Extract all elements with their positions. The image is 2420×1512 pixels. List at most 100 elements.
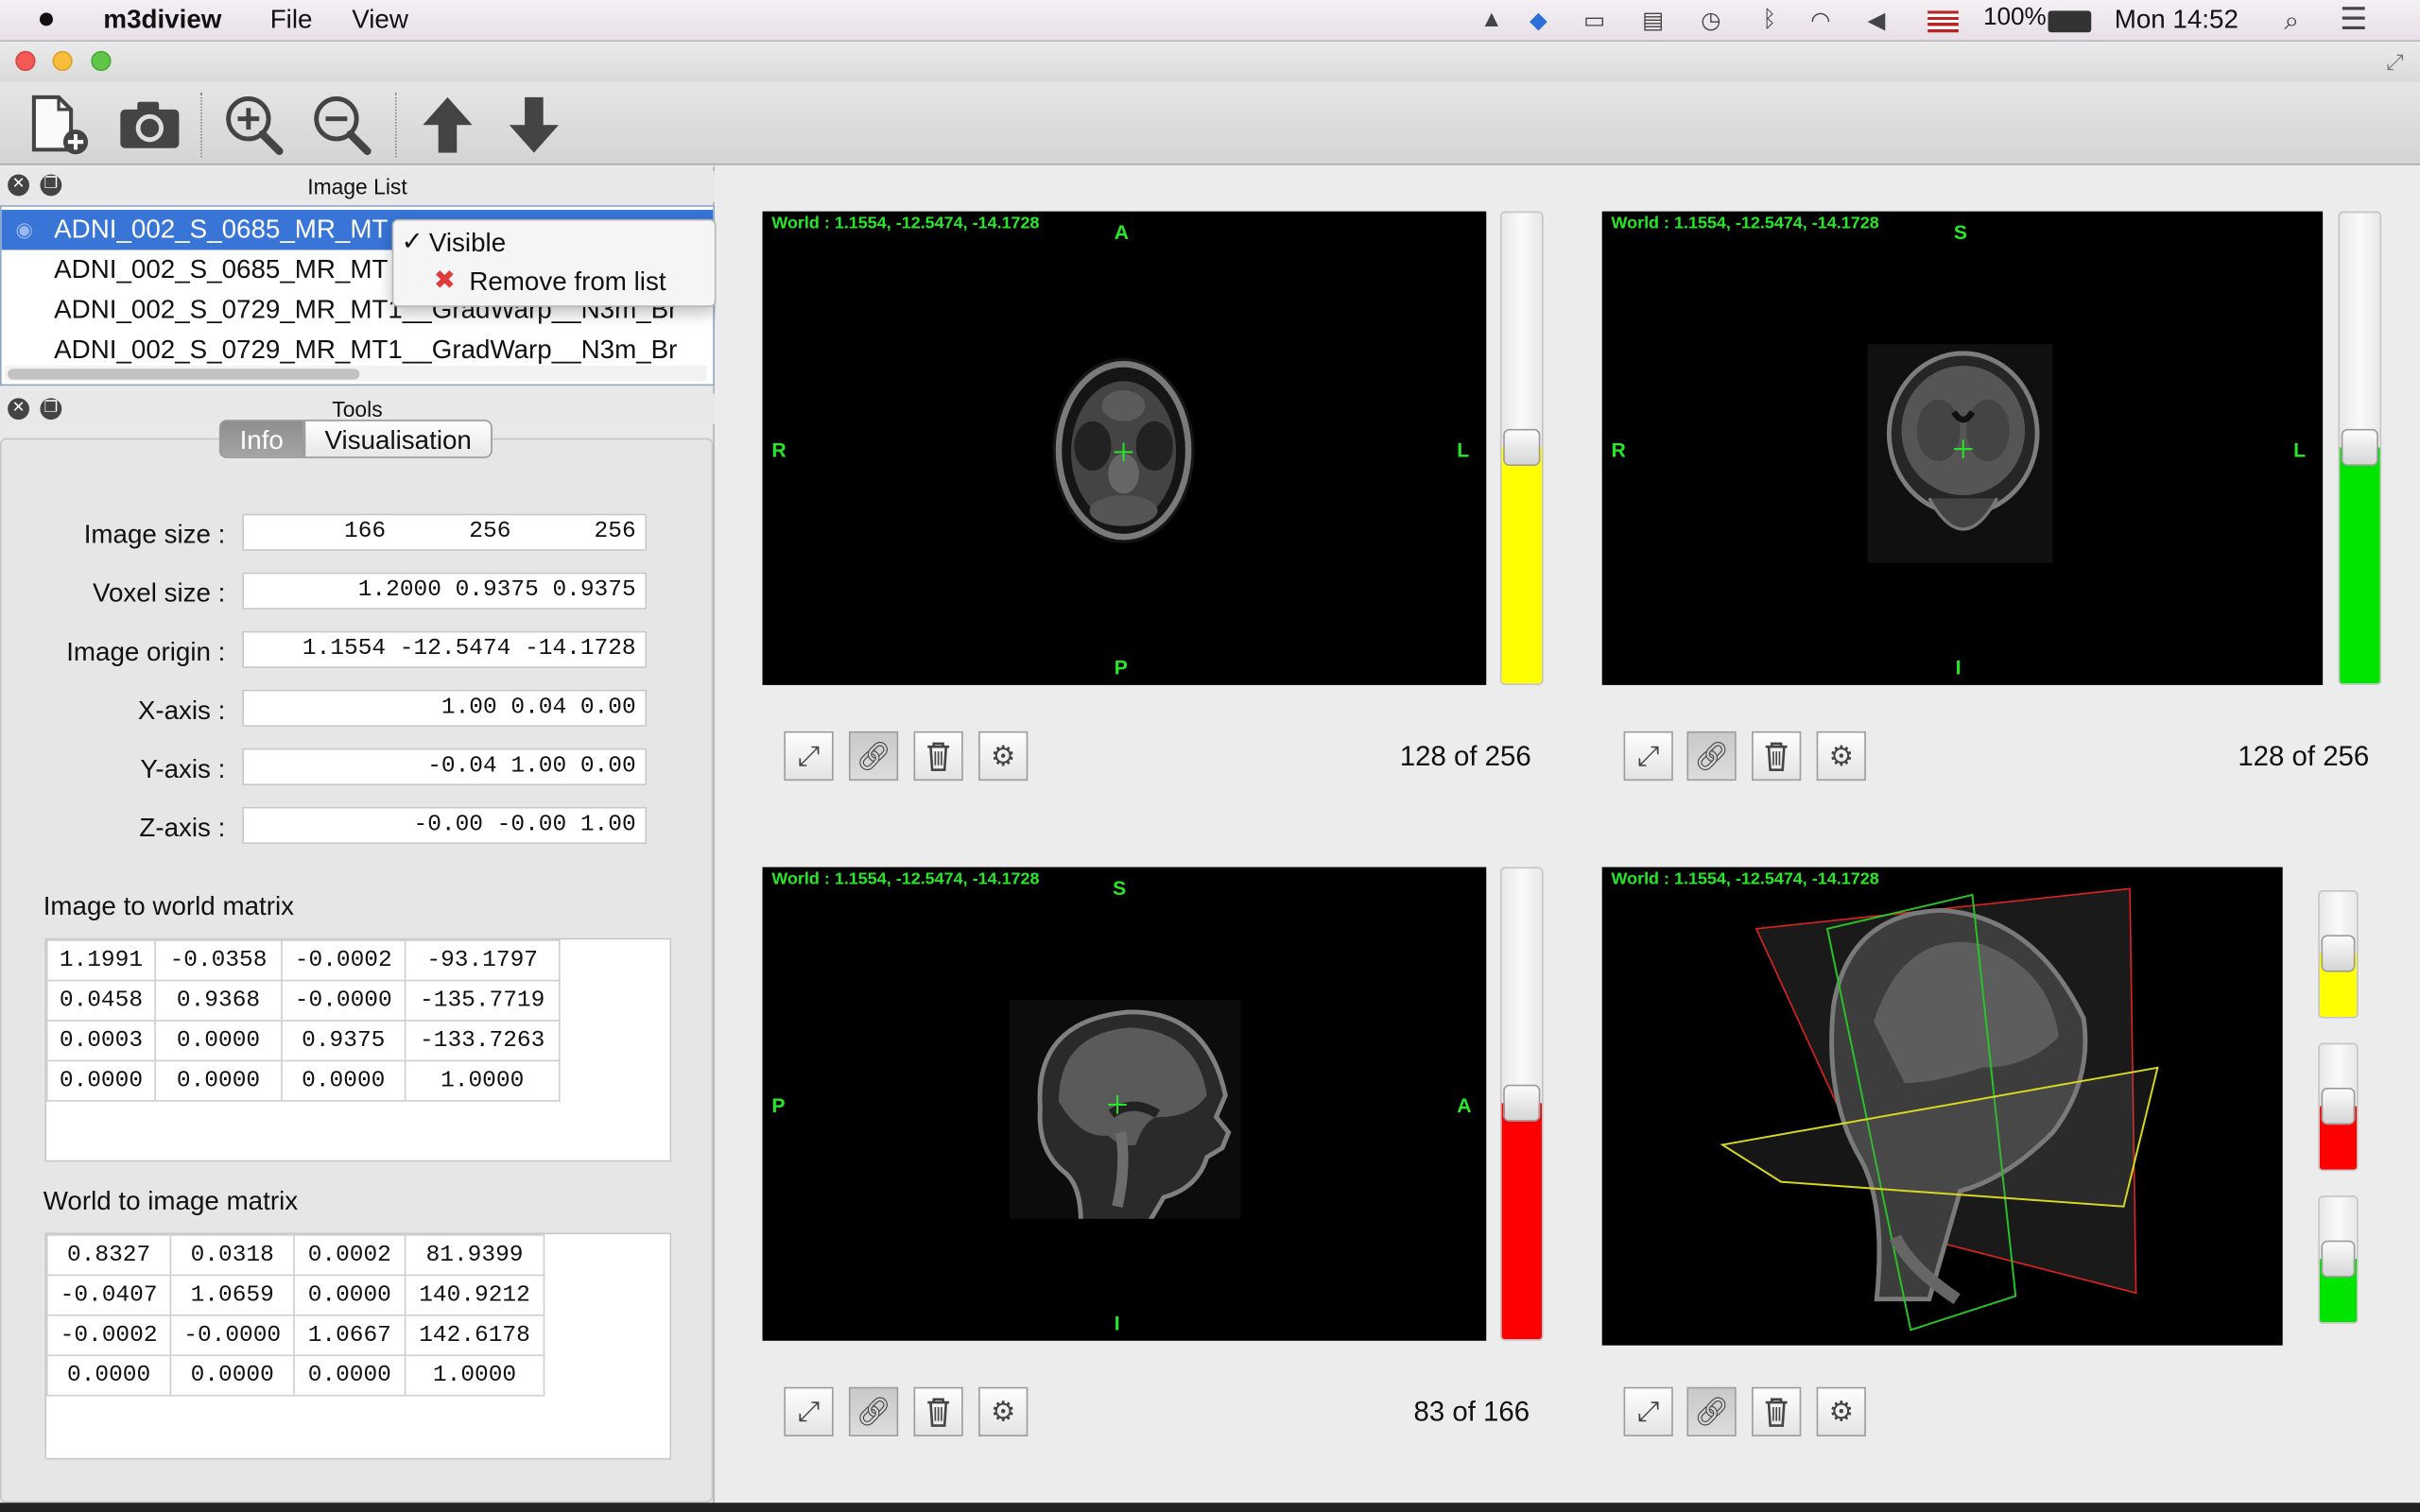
- matrix-cell[interactable]: 0.0000: [45, 1059, 156, 1102]
- matrix-cell[interactable]: 0.0000: [45, 1354, 172, 1397]
- apple-icon[interactable]: ●: [37, 2, 56, 38]
- link-view-button[interactable]: 🔗︎: [848, 730, 899, 782]
- matrix-cell[interactable]: -135.7719: [404, 979, 561, 1022]
- axial-view[interactable]: World : 1.1554, -12.5474, -14.1728 A R L…: [762, 211, 1487, 685]
- maximize-view-button[interactable]: ⤢: [1623, 1386, 1673, 1436]
- open-file-button[interactable]: [25, 93, 93, 158]
- matrix-cell[interactable]: 1.0000: [404, 1059, 561, 1102]
- zoom-in-button[interactable]: [220, 93, 288, 158]
- notification-center-icon[interactable]: ☰: [2340, 0, 2367, 37]
- volume-3d-view[interactable]: World : 1.1554, -12.5474, -14.1728: [1601, 867, 2283, 1346]
- notification-icon[interactable]: ▲: [1480, 7, 1503, 34]
- matrix-cell[interactable]: 81.9399: [404, 1234, 545, 1277]
- minimize-window-button[interactable]: [52, 50, 73, 72]
- delete-view-button[interactable]: [1752, 1386, 1802, 1436]
- matrix-cell[interactable]: 140.9212: [404, 1274, 545, 1316]
- matrix-cell[interactable]: 0.0000: [293, 1354, 406, 1397]
- matrix-cell[interactable]: 0.8327: [45, 1234, 172, 1277]
- image-to-world-matrix[interactable]: 1.1991 -0.0358 -0.0002 -93.1797 0.0458 0.936…: [44, 937, 672, 1162]
- z-axis-field[interactable]: -0.00 -0.00 1.00: [242, 806, 648, 845]
- volume-icon[interactable]: ◀: [1868, 7, 1886, 34]
- maximize-view-button[interactable]: ⤢: [784, 1386, 834, 1436]
- coronal-view[interactable]: World : 1.1554, -12.5474, -14.1728 S R L…: [1601, 211, 2324, 685]
- image-origin-field[interactable]: 1.1554 -12.5474 -14.1728: [242, 630, 648, 668]
- menu-item-remove[interactable]: Remove from list: [469, 266, 666, 298]
- flag-icon[interactable]: [1927, 10, 1959, 33]
- x-axis-field[interactable]: 1.00 0.04 0.00: [242, 689, 648, 727]
- list-item[interactable]: ADNI_002_S_0729_MR_MT1__GradWarp__N3m_Br: [2, 330, 714, 369]
- axial-slice-slider[interactable]: [1499, 211, 1544, 685]
- matrix-cell[interactable]: -0.0000: [281, 979, 406, 1022]
- bluetooth-icon[interactable]: ᛒ: [1762, 7, 1776, 34]
- menu-file[interactable]: File: [270, 5, 313, 36]
- maximize-view-button[interactable]: ⤢: [784, 730, 834, 782]
- matrix-cell[interactable]: 0.0000: [154, 1059, 283, 1102]
- link-view-button[interactable]: 🔗︎: [848, 1386, 899, 1436]
- menu-view[interactable]: View: [352, 5, 408, 36]
- matrix-cell[interactable]: 0.0002: [293, 1234, 406, 1277]
- link-view-button[interactable]: 🔗︎: [1686, 730, 1737, 782]
- matrix-cell[interactable]: -93.1797: [404, 939, 561, 982]
- matrix-cell[interactable]: 1.0667: [293, 1314, 406, 1357]
- screenshot-button[interactable]: [115, 93, 183, 158]
- zoom-out-button[interactable]: [309, 93, 377, 158]
- zoom-window-button[interactable]: [91, 50, 112, 72]
- matrix-cell[interactable]: 142.6178: [404, 1314, 545, 1357]
- matrix-cell[interactable]: 0.0458: [45, 979, 156, 1022]
- maximize-view-button[interactable]: ⤢: [1623, 730, 1673, 782]
- matrix-cell[interactable]: 0.0003: [45, 1020, 156, 1062]
- slider-handle[interactable]: [1503, 1084, 1541, 1122]
- app-name[interactable]: m3diview: [103, 5, 221, 36]
- matrix-cell[interactable]: -0.0407: [45, 1274, 172, 1316]
- move-up-button[interactable]: [414, 93, 482, 158]
- close-dock-icon[interactable]: ✕: [8, 398, 30, 421]
- slider-handle[interactable]: [2341, 428, 2378, 467]
- matrix-cell[interactable]: 0.0000: [169, 1354, 295, 1397]
- slider-handle[interactable]: [2321, 1240, 2356, 1278]
- volume-sagittal-slider[interactable]: [2318, 1042, 2359, 1172]
- matrix-cell[interactable]: -0.0358: [154, 939, 283, 982]
- wifi-icon[interactable]: ◠: [1810, 7, 1830, 34]
- battery-percent[interactable]: 100%: [1983, 5, 2047, 32]
- airplay-icon[interactable]: ▭: [1583, 7, 1605, 34]
- delete-view-button[interactable]: [913, 1386, 963, 1436]
- horizontal-scrollbar[interactable]: [4, 365, 707, 382]
- view-settings-button[interactable]: ⚙: [978, 1386, 1028, 1436]
- voxel-size-field[interactable]: 1.2000 0.9375 0.9375: [242, 572, 648, 610]
- tab-visualisation[interactable]: Visualisation: [303, 420, 493, 458]
- world-to-image-matrix[interactable]: 0.8327 0.0318 0.0002 81.9399 -0.0407 1.0659 0…: [44, 1232, 672, 1460]
- dropbox-icon[interactable]: ◆: [1530, 7, 1547, 34]
- tab-info[interactable]: Info: [218, 420, 304, 458]
- close-window-button[interactable]: [15, 50, 36, 72]
- delete-view-button[interactable]: [1752, 730, 1802, 782]
- slider-handle[interactable]: [2321, 935, 2356, 972]
- fullscreen-icon[interactable]: ⤢: [2386, 49, 2403, 76]
- slider-handle[interactable]: [1503, 428, 1541, 467]
- matrix-cell[interactable]: 1.0000: [404, 1354, 545, 1397]
- matrix-cell[interactable]: -0.0002: [281, 939, 406, 982]
- matrix-cell[interactable]: 0.0318: [169, 1234, 295, 1277]
- float-dock-icon[interactable]: ❐: [40, 398, 62, 421]
- scrollbar-thumb[interactable]: [8, 369, 360, 380]
- sagittal-slice-slider[interactable]: [1499, 867, 1544, 1341]
- coronal-slice-slider[interactable]: [2338, 211, 2382, 685]
- matrix-cell[interactable]: -133.7263: [404, 1020, 561, 1062]
- matrix-cell[interactable]: -0.0002: [45, 1314, 172, 1357]
- image-size-field[interactable]: 166 256 256: [242, 513, 648, 551]
- delete-view-button[interactable]: [913, 730, 963, 782]
- menu-item-visible[interactable]: Visible: [429, 229, 506, 260]
- slider-handle[interactable]: [2321, 1088, 2356, 1125]
- close-dock-icon[interactable]: ✕: [8, 174, 30, 197]
- y-axis-field[interactable]: -0.04 1.00 0.00: [242, 747, 648, 786]
- battery-icon[interactable]: [2048, 10, 2092, 33]
- eye-icon[interactable]: ◉: [15, 210, 33, 249]
- matrix-cell[interactable]: 0.9375: [281, 1020, 406, 1062]
- memory-icon[interactable]: ▤: [1642, 7, 1664, 34]
- matrix-cell[interactable]: 1.0659: [169, 1274, 295, 1316]
- link-view-button[interactable]: 🔗︎: [1686, 1386, 1737, 1436]
- view-settings-button[interactable]: ⚙: [1816, 730, 1866, 782]
- sagittal-view[interactable]: World : 1.1554, -12.5474, -14.1728 S P A…: [762, 867, 1487, 1341]
- move-down-button[interactable]: [500, 93, 568, 158]
- float-dock-icon[interactable]: ❐: [40, 174, 62, 197]
- matrix-cell[interactable]: 0.9368: [154, 979, 283, 1022]
